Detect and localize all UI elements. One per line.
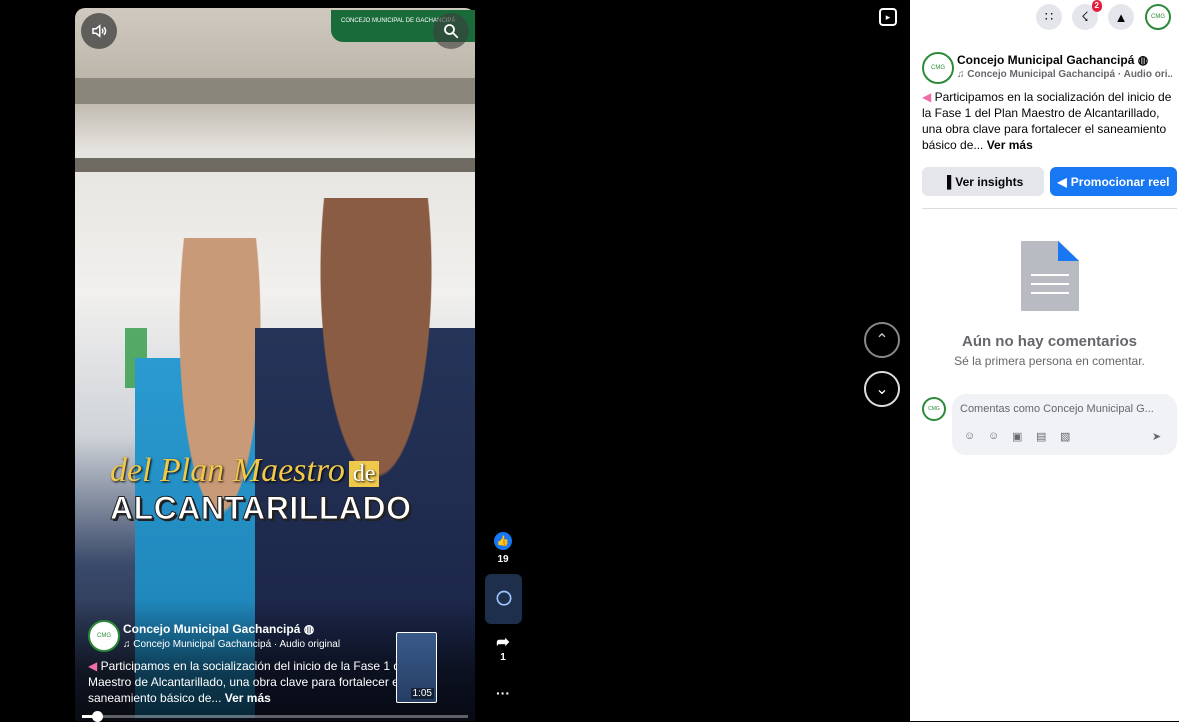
camera-icon[interactable]: ▣ [1012,430,1022,443]
gif-icon[interactable]: ▤ [1036,430,1046,443]
panel-toggle-icon[interactable]: ▸ [879,8,897,26]
sticker-icon[interactable]: ▧ [1060,430,1070,443]
avatar[interactable]: CMG [922,52,954,84]
grid-menu-icon[interactable]: ∷ [1036,4,1062,30]
view-insights-label: Ver insights [955,174,1024,189]
notification-badge: 2 [1091,0,1102,12]
more-options-button[interactable]: ··· [485,685,521,701]
share-icon: ➦ [496,634,510,651]
send-icon[interactable]: ➤ [1152,430,1161,443]
video-overlay-title: del Plan Maestro de [110,452,380,490]
avatar-sticker-icon[interactable]: ☺ [964,430,975,442]
video-scene-beam [75,158,475,172]
bar-chart-icon: ▐ [942,174,952,189]
panel-audio-text[interactable]: Concejo Municipal Gachancipá · Audio ori… [967,69,1172,80]
panel-caption: ◀ Participamos en la socialización del i… [922,89,1172,153]
view-insights-button[interactable]: ▐ Ver insights [922,167,1044,196]
next-reel-thumbnail[interactable]: 1:05 [396,632,437,703]
video-audio-text[interactable]: Concejo Municipal Gachancipá · Audio ori… [133,639,340,650]
speaker-icon[interactable] [81,13,117,49]
video-overlay-line1: del Plan Maestro [110,452,345,489]
megaphone-icon: ◀ [922,90,932,104]
document-line [1031,283,1069,285]
share-count: 1 [500,652,506,663]
video-overlay-line2: ALCANTARILLADO [109,490,412,527]
video-audio[interactable]: ♫ Concejo Municipal Gachancipá · Audio o… [123,639,340,650]
more-icon[interactable]: ··· [496,685,510,701]
avatar[interactable]: CMG [88,620,120,652]
video-scene-beam [75,78,475,104]
megaphone-icon: ◀ [88,659,98,673]
top-navigation: ∷ ☇ 2 ▲ CMG [910,0,1179,34]
chevron-down-icon[interactable]: ⌄ [864,371,900,407]
chevron-up-icon[interactable]: ⌃ [864,322,900,358]
like-button[interactable]: 👍 19 [485,532,521,565]
messenger-icon[interactable]: ☇ 2 [1072,0,1102,30]
video-overlay-de: de [348,461,380,487]
search-icon[interactable] [433,13,469,49]
video-page-name[interactable]: Concejo Municipal Gachancipá ◍ [123,622,314,636]
like-count: 19 [497,554,509,565]
panel-page-name-text[interactable]: Concejo Municipal Gachancipá [957,53,1134,67]
empty-comments-subtitle: Sé la primera persona en comentar. [954,354,1145,368]
comment-icon[interactable] [485,574,522,624]
next-reel-duration: 1:05 [410,688,434,699]
video-see-more[interactable]: Ver más [225,691,271,705]
divider [922,208,1177,209]
promote-reel-button[interactable]: ◀ Promocionar reel [1050,167,1177,196]
globe-icon: ◍ [1137,53,1149,67]
document-line [1031,274,1069,276]
comment-input[interactable]: Comentas como Concejo Municipal G... ☺ ☺… [952,394,1177,455]
panel-caption-text: Participamos en la socialización del ini… [922,90,1172,152]
emoji-icon[interactable]: ☺ [988,430,999,442]
globe-icon: ◍ [303,622,315,636]
panel-audio[interactable]: ♫ Concejo Municipal Gachancipá · Audio o… [957,69,1172,80]
comment-input-placeholder[interactable]: Comentas como Concejo Municipal G... [960,403,1170,415]
share-button[interactable]: ➦ 1 [485,634,521,663]
promote-reel-label: Promocionar reel [1070,174,1170,189]
account-avatar[interactable]: CMG [1145,4,1171,30]
thumbs-up-icon: 👍 [494,532,512,550]
music-icon: ♫ [123,639,131,650]
avatar[interactable]: CMG [922,397,946,421]
panel-see-more[interactable]: Ver más [987,138,1033,152]
video-progress-bar[interactable] [82,711,468,722]
empty-comments-title: Aún no hay comentarios [961,333,1138,350]
music-icon: ♫ [957,69,965,80]
megaphone-icon: ◀ [1057,174,1067,189]
panel-page-name[interactable]: Concejo Municipal Gachancipá ◍ [957,53,1148,67]
video-page-name-text[interactable]: Concejo Municipal Gachancipá [123,622,300,636]
document-line [1031,292,1069,294]
bell-icon[interactable]: ▲ [1108,4,1134,30]
